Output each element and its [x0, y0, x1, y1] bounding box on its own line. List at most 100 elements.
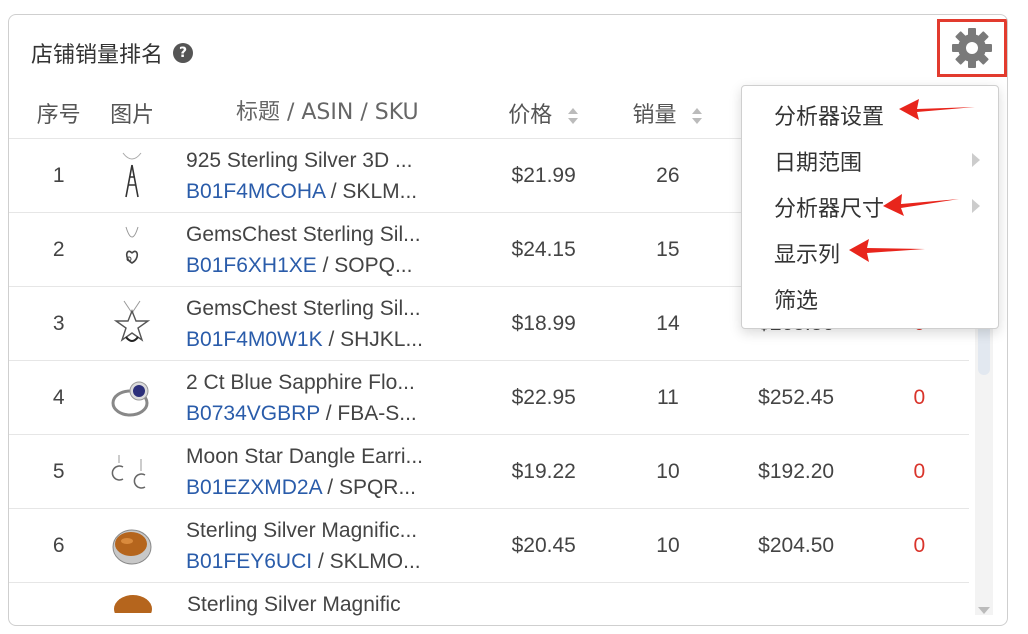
annotation-arrow-icon	[883, 194, 959, 216]
sales-cell: 11	[657, 385, 679, 409]
product-title-cell: Moon Star Dangle Earri... B01EZXMD2A / S…	[156, 441, 474, 503]
annotation-arrow-icon	[899, 99, 975, 120]
menu-item-label: 日期范围	[774, 151, 863, 176]
table-row[interactable]: 5 Moon Star Dangle Earri... B01EZXMD2A /…	[9, 435, 969, 509]
product-image[interactable]	[108, 146, 156, 206]
column-header-price-label: 价格	[508, 102, 553, 128]
returns-cell: 0	[913, 459, 926, 483]
product-title-cell: Sterling Silver Magnific	[157, 589, 477, 620]
price-cell: $19.22	[511, 459, 576, 483]
product-title-cell: 925 Sterling Silver 3D ... B01F4MCOHA / …	[156, 145, 474, 207]
row-index: 6	[52, 533, 65, 557]
product-title-cell: 2 Ct Blue Sapphire Flo... B0734VGBRP / F…	[156, 367, 474, 429]
menu-item-label: 分析器尺寸	[774, 197, 885, 222]
price-cell: $20.45	[511, 533, 576, 557]
pendant-tower-icon	[122, 152, 142, 197]
asin-link[interactable]: B0734VGBRP	[186, 402, 320, 425]
row-index: 1	[52, 163, 65, 187]
menu-item-label: 分析器设置	[774, 105, 885, 130]
column-header-sales-label: 销量	[632, 102, 677, 128]
submenu-arrow-icon	[972, 153, 980, 167]
product-asin-sku: B01F4M0W1K / SHJKL...	[186, 324, 461, 355]
row-index: 3	[52, 311, 65, 335]
pendant-heart-icon	[125, 226, 139, 264]
product-title[interactable]: GemsChest Sterling Sil...	[186, 219, 461, 250]
menu-item-date-range[interactable]: 日期范围	[742, 138, 998, 184]
earrings-moon-icon	[111, 454, 146, 489]
column-header-title: 标题 / ASIN / SKU	[235, 100, 419, 125]
column-header-sales[interactable]: 销量	[613, 97, 722, 129]
product-asin-sku: B01EZXMD2A / SPQR...	[186, 472, 461, 503]
column-header-image: 图片	[108, 97, 156, 129]
product-image[interactable]	[108, 368, 156, 428]
price-cell: $22.95	[511, 385, 576, 409]
sales-cell: 14	[656, 311, 680, 335]
sort-icon	[568, 107, 579, 124]
store-sales-ranking-widget: 店铺销量排名 ? 序号 图片 标题 / ASIN / SKU 价格 销量 1 9…	[8, 14, 1008, 626]
table-row[interactable]: Sterling Silver Magnific	[9, 583, 969, 625]
ring-amber-icon	[112, 529, 152, 564]
pendant-star-icon	[113, 300, 151, 342]
product-image[interactable]	[108, 294, 156, 354]
product-title-cell: GemsChest Sterling Sil... B01F4M0W1K / S…	[156, 293, 474, 355]
table-row[interactable]: 6 Sterling Silver Magnific... B01FEY6UCI…	[9, 509, 969, 583]
ring-sapphire-icon	[111, 381, 149, 416]
asin-link[interactable]: B01F4M0W1K	[186, 328, 323, 351]
row-index: 5	[52, 459, 65, 483]
product-image[interactable]	[108, 220, 156, 280]
product-title[interactable]: Sterling Silver Magnific...	[186, 515, 461, 546]
product-image[interactable]	[108, 516, 156, 576]
returns-cell: 0	[913, 385, 926, 409]
help-icon[interactable]: ?	[173, 43, 194, 63]
settings-button[interactable]	[937, 19, 1007, 77]
annotation-arrow-icon	[849, 239, 925, 262]
sku-text: / FBA-S...	[319, 401, 417, 425]
price-cell: $24.15	[511, 237, 576, 261]
ring-amber-icon	[114, 595, 152, 613]
sales-cell: 10	[656, 459, 680, 483]
returns-cell: 0	[913, 533, 926, 557]
product-image[interactable]	[109, 589, 157, 613]
scroll-down-arrow-icon[interactable]	[978, 607, 990, 615]
menu-item-label: 筛选	[774, 289, 819, 314]
submenu-arrow-icon	[972, 199, 980, 213]
product-title[interactable]: 925 Sterling Silver 3D ...	[186, 145, 461, 176]
asin-link[interactable]: B01F4MCOHA	[186, 180, 325, 203]
product-image[interactable]	[108, 442, 156, 502]
price-cell: $18.99	[511, 311, 576, 335]
sort-icon	[692, 107, 703, 124]
asin-link[interactable]: B01F6XH1XE	[186, 254, 317, 277]
product-title[interactable]: GemsChest Sterling Sil...	[186, 293, 461, 324]
menu-item-label: 显示列	[774, 243, 841, 268]
sales-cell: 10	[656, 533, 680, 557]
gear-icon	[952, 28, 992, 68]
price-cell: $21.99	[511, 163, 576, 187]
column-header-price[interactable]: 价格	[474, 97, 613, 129]
product-title-cell: GemsChest Sterling Sil... B01F6XH1XE / S…	[156, 219, 474, 281]
product-asin-sku: B01F4MCOHA / SKLM...	[186, 176, 461, 207]
product-title[interactable]: Sterling Silver Magnific	[187, 589, 462, 620]
product-asin-sku: B0734VGBRP / FBA-S...	[186, 398, 461, 429]
table-row[interactable]: 4 2 Ct Blue Sapphire Flo... B0734VGBRP /…	[9, 361, 969, 435]
row-index: 4	[52, 385, 65, 409]
asin-link[interactable]: B01FEY6UCI	[186, 550, 312, 573]
sku-text: / SPQR...	[321, 475, 416, 499]
widget-title: 店铺销量排名	[31, 43, 164, 68]
sku-text: / SHJKL...	[322, 327, 423, 351]
asin-link[interactable]: B01EZXMD2A	[186, 476, 321, 499]
widget-header: 店铺销量排名 ?	[31, 37, 194, 69]
menu-item-filter[interactable]: 筛选	[742, 276, 998, 322]
row-index: 2	[52, 237, 65, 261]
product-title[interactable]: 2 Ct Blue Sapphire Flo...	[186, 367, 461, 398]
column-header-image-label: 图片	[110, 102, 155, 128]
sales-cell: 15	[656, 237, 680, 261]
revenue-cell: $192.20	[758, 459, 835, 483]
product-asin-sku: B01F6XH1XE / SOPQ...	[186, 250, 461, 281]
product-title-cell: Sterling Silver Magnific... B01FEY6UCI /…	[156, 515, 474, 577]
revenue-cell: $252.45	[758, 385, 835, 409]
sku-text: / SKLM...	[324, 179, 418, 203]
product-title[interactable]: Moon Star Dangle Earri...	[186, 441, 461, 472]
sku-text: / SKLMO...	[312, 549, 421, 573]
column-header-index: 序号	[36, 102, 81, 128]
sales-cell: 26	[656, 163, 680, 187]
